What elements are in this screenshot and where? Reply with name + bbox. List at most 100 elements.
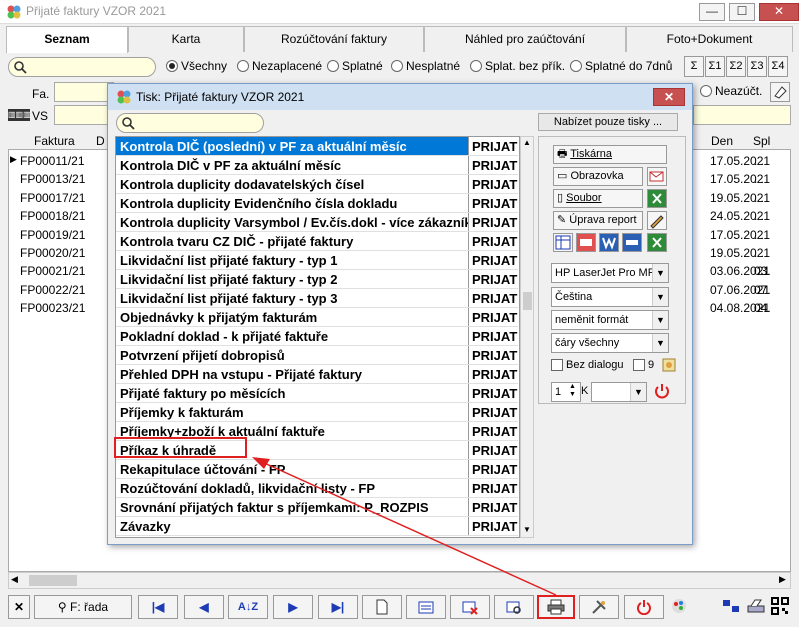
count-spinner-icon[interactable]: ▲ ▼: [569, 383, 576, 399]
report-list-item[interactable]: Závazky PRIJAT: [116, 517, 518, 536]
radio-vsechny[interactable]: Všechny: [166, 59, 227, 73]
scroll-thumb[interactable]: [29, 575, 77, 586]
right-field[interactable]: [693, 105, 791, 125]
report-list-item[interactable]: Rekapitulace účtování - FP PRIJAT: [116, 460, 518, 479]
report-list-item[interactable]: Rozúčtování dokladů, likvidační listy - …: [116, 479, 518, 498]
edit-record-button[interactable]: [406, 595, 446, 619]
radio-splatne[interactable]: Splatné: [327, 59, 383, 73]
sum-button[interactable]: Σ: [684, 56, 704, 77]
export-pdf-button[interactable]: [576, 233, 596, 252]
dialog-search-input[interactable]: [116, 113, 264, 133]
maximize-button[interactable]: ☐: [729, 3, 755, 21]
prev-record-button[interactable]: ◀: [184, 595, 224, 619]
delete-record-button[interactable]: [450, 595, 490, 619]
col-den[interactable]: Den: [711, 134, 733, 148]
report-list-item[interactable]: Pokladní doklad - k přijaté faktuře PRIJA…: [116, 327, 518, 346]
tools-button[interactable]: [579, 595, 619, 619]
sum1-button[interactable]: Σ1: [705, 56, 725, 77]
email-button[interactable]: [647, 167, 667, 186]
qr-code-button[interactable]: [769, 595, 791, 619]
sum4-button[interactable]: Σ4: [768, 56, 788, 77]
users-button[interactable]: [720, 595, 742, 619]
offer-prints-button[interactable]: Nabízet pouze tisky ...: [538, 113, 678, 131]
close-form-button[interactable]: ✕: [8, 595, 30, 619]
tab-karta[interactable]: Karta: [128, 26, 244, 52]
report-list-item[interactable]: Likvidační list přijaté faktury - typ 3 P…: [116, 289, 518, 308]
col-d[interactable]: D: [96, 134, 105, 148]
radio-splat-bez-prik[interactable]: Splat. bez přík.: [470, 59, 565, 73]
next-record-button[interactable]: ▶: [273, 595, 313, 619]
tab-rozuctovani[interactable]: Rozúčtování faktury: [244, 26, 424, 52]
export-word-button[interactable]: [599, 233, 619, 252]
report-list-item[interactable]: Objednávky k přijatým fakturám PRIJAT: [116, 308, 518, 327]
lines-select[interactable]: čáry všechny ▼: [551, 333, 669, 353]
eraser-button[interactable]: [770, 82, 790, 102]
scroll-right-icon[interactable]: ▶: [779, 574, 786, 585]
tab-seznam[interactable]: Seznam: [6, 26, 128, 53]
report-list-item[interactable]: Kontrola duplicity dodavatelských čísel P…: [116, 175, 518, 194]
minimize-button[interactable]: —: [699, 3, 725, 21]
report-list-item[interactable]: Kontrola duplicity Evidenčního čísla dok…: [116, 194, 518, 213]
report-list-item[interactable]: Kontrola DIČ v PF za aktuální měsíc PRIJA…: [116, 156, 518, 175]
horizontal-scrollbar[interactable]: ◀ ▶: [8, 572, 791, 589]
format-select[interactable]: neměnit formát ▼: [551, 310, 669, 330]
first-record-button[interactable]: |◀: [138, 595, 178, 619]
report-list-item[interactable]: Likvidační list přijaté faktury - typ 1 P…: [116, 251, 518, 270]
fa-field[interactable]: [54, 82, 114, 102]
report-list-item[interactable]: Příjemky k fakturám PRIJAT: [116, 403, 518, 422]
edit-report-button[interactable]: ✎ Úprava report: [553, 211, 643, 230]
report-list-item[interactable]: Likvidační list přijaté faktury - typ 2 P…: [116, 270, 518, 289]
radio-nezaplacene[interactable]: Nezaplacené: [237, 59, 322, 73]
col-spl[interactable]: Spl: [753, 134, 770, 148]
print-button[interactable]: [537, 595, 575, 619]
color-palette-button[interactable]: [668, 595, 690, 619]
col-faktura[interactable]: Faktura: [34, 134, 75, 148]
export-excel-button[interactable]: [647, 233, 667, 252]
printer-select[interactable]: HP LaserJet Pro MFP ▼: [551, 263, 669, 283]
exit-button[interactable]: [624, 595, 664, 619]
radio-nesplatne[interactable]: Nesplatné: [391, 59, 460, 73]
no-dialog-checkbox[interactable]: Bez dialogu: [551, 359, 624, 371]
sum2-button[interactable]: Σ2: [726, 56, 746, 77]
scroll-down-icon[interactable]: ▼: [523, 525, 531, 534]
neazuct-radio[interactable]: Neazúčt.: [700, 84, 762, 98]
dialog-exit-button[interactable]: [653, 382, 671, 400]
dialog-close-button[interactable]: ✕: [653, 88, 685, 106]
sum3-button[interactable]: Σ3: [747, 56, 767, 77]
k-select[interactable]: ▼: [591, 382, 647, 402]
vs-field[interactable]: [54, 105, 114, 125]
report-list-scrollbar[interactable]: ▲ ▼: [520, 136, 534, 538]
radio-splatne-7dnu[interactable]: Splatné do 7dnů: [570, 59, 672, 73]
language-select[interactable]: Čeština ▼: [551, 287, 669, 307]
report-list-item[interactable]: Kontrola tvaru CZ DIČ - přijaté faktury P…: [116, 232, 518, 251]
new-record-button[interactable]: [362, 595, 402, 619]
report-list-item[interactable]: Přehled DPH na vstupu - Přijaté faktury P…: [116, 365, 518, 384]
last-record-button[interactable]: ▶|: [318, 595, 358, 619]
report-list-item[interactable]: Potvrzení přijetí dobropisů PRIJAT: [116, 346, 518, 365]
find-record-button[interactable]: [494, 595, 534, 619]
export-html-button[interactable]: [622, 233, 642, 252]
tab-nahled[interactable]: Náhled pro zaúčtování: [424, 26, 626, 52]
export-calendar-button[interactable]: [553, 233, 573, 252]
count-input[interactable]: 1: [551, 382, 581, 402]
report-list-item[interactable]: Kontrola duplicity Varsymbol / Ev.čís.do…: [116, 213, 518, 232]
screen-output-button[interactable]: ▭ Obrazovka: [553, 167, 643, 186]
report-list-item[interactable]: Srovnání přijatých faktur s příjemkami: …: [116, 498, 518, 517]
scroll-up-icon[interactable]: ▲: [523, 138, 531, 147]
sort-button[interactable]: A↓Z: [228, 595, 268, 619]
scanner-button[interactable]: [745, 595, 767, 619]
report-list-item[interactable]: Přijaté faktury po měsících PRIJAT: [116, 384, 518, 403]
excel-button[interactable]: [647, 189, 667, 208]
report-list-item[interactable]: Kontrola DIČ (poslední) v PF za aktuální…: [116, 137, 518, 156]
scroll-thumb[interactable]: [523, 292, 532, 310]
copies-checkbox[interactable]: 9: [633, 359, 654, 371]
printer-output-button[interactable]: 🖶 Tiskárna: [553, 145, 667, 164]
scroll-left-icon[interactable]: ◀: [11, 574, 18, 585]
settings-button[interactable]: [661, 357, 679, 374]
file-output-button[interactable]: ▯ Soubor: [553, 189, 643, 208]
tab-foto[interactable]: Foto+Dokument: [626, 26, 793, 52]
rada-button[interactable]: ⚲ F: řada: [34, 595, 132, 619]
report-designer-button[interactable]: [647, 211, 667, 230]
close-button[interactable]: ✕: [759, 3, 799, 21]
search-input[interactable]: [8, 57, 156, 77]
